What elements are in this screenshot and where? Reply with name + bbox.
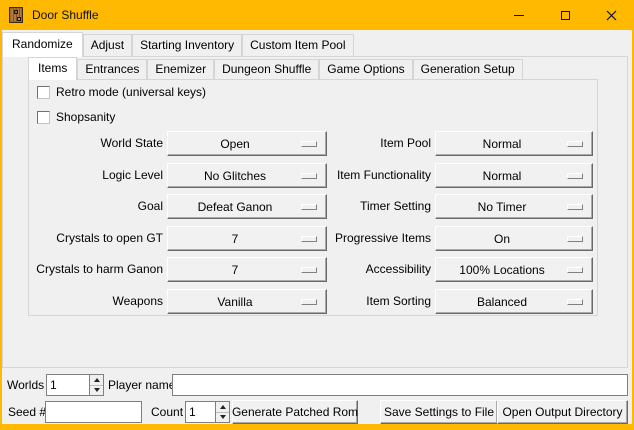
arrow-up-icon bbox=[94, 378, 100, 382]
dropdown-indicator-icon bbox=[567, 204, 583, 210]
tab-generation-setup[interactable]: Generation Setup bbox=[413, 59, 523, 79]
seed-input[interactable] bbox=[45, 401, 142, 423]
accessibility-dropdown[interactable]: 100% Locations bbox=[435, 257, 593, 282]
spin-down-button[interactable] bbox=[216, 412, 229, 423]
maximize-icon bbox=[561, 11, 570, 20]
tab-dungeon-shuffle[interactable]: Dungeon Shuffle bbox=[214, 59, 319, 79]
retro-mode-label: Retro mode (universal keys) bbox=[56, 86, 206, 99]
open-output-directory-button[interactable]: Open Output Directory bbox=[497, 400, 628, 424]
spin-up-button[interactable] bbox=[216, 402, 229, 412]
maximize-button[interactable] bbox=[542, 0, 588, 30]
spin-up-button[interactable] bbox=[90, 375, 103, 385]
spin-down-button[interactable] bbox=[90, 385, 103, 396]
count-input[interactable] bbox=[186, 402, 215, 422]
titlebar[interactable]: Door Shuffle bbox=[0, 0, 634, 30]
crystals-open-gt-label: Crystals to open GT bbox=[2, 226, 163, 251]
accessibility-label: Accessibility bbox=[242, 257, 431, 282]
generate-patched-rom-button[interactable]: Generate Patched Rom bbox=[232, 400, 358, 424]
dropdown-indicator-icon bbox=[567, 267, 583, 273]
spinner-arrows bbox=[215, 402, 229, 422]
minimize-icon bbox=[514, 15, 524, 16]
sub-tab-bar: Items Entrances Enemizer Dungeon Shuffle… bbox=[28, 57, 523, 80]
count-label: Count bbox=[151, 401, 183, 423]
shopsanity-label: Shopsanity bbox=[56, 111, 115, 124]
tab-randomize[interactable]: Randomize bbox=[2, 32, 83, 57]
dropdown-value: 100% Locations bbox=[459, 263, 568, 277]
spinner-arrows bbox=[89, 375, 103, 395]
tab-items[interactable]: Items bbox=[28, 57, 77, 80]
minimize-button[interactable] bbox=[496, 0, 542, 30]
count-spinner[interactable] bbox=[185, 401, 230, 423]
arrow-down-icon bbox=[94, 388, 100, 392]
seed-label: Seed # bbox=[8, 401, 46, 423]
shopsanity-checkbox[interactable]: Shopsanity bbox=[37, 110, 115, 124]
door-shuffle-window: Door Shuffle Randomize Adjust Starting I… bbox=[0, 0, 634, 430]
arrow-down-icon bbox=[220, 415, 226, 419]
timer-setting-label: Timer Setting bbox=[242, 194, 431, 219]
item-pool-label: Item Pool bbox=[242, 131, 431, 156]
dropdown-value: On bbox=[494, 232, 534, 246]
item-functionality-dropdown[interactable]: Normal bbox=[435, 163, 593, 188]
progressive-items-label: Progressive Items bbox=[242, 226, 431, 251]
window-title: Door Shuffle bbox=[32, 0, 99, 30]
goal-label: Goal bbox=[2, 194, 163, 219]
tab-custom-item-pool[interactable]: Custom Item Pool bbox=[242, 34, 353, 56]
worlds-input[interactable] bbox=[47, 375, 89, 395]
dropdown-indicator-icon bbox=[567, 236, 583, 242]
dropdown-value: Balanced bbox=[477, 295, 551, 309]
checkbox-icon[interactable] bbox=[37, 86, 50, 99]
logic-level-label: Logic Level bbox=[2, 163, 163, 188]
dropdown-value: Normal bbox=[483, 137, 546, 151]
close-icon bbox=[606, 10, 617, 21]
dropdown-indicator-icon bbox=[567, 299, 583, 305]
dropdown-indicator-icon bbox=[567, 141, 583, 147]
item-sorting-dropdown[interactable]: Balanced bbox=[435, 289, 593, 314]
item-pool-dropdown[interactable]: Normal bbox=[435, 131, 593, 156]
dropdown-value: Normal bbox=[483, 169, 546, 183]
save-settings-button[interactable]: Save Settings to File bbox=[380, 400, 498, 424]
close-button[interactable] bbox=[588, 0, 634, 30]
timer-setting-dropdown[interactable]: No Timer bbox=[435, 194, 593, 219]
dropdown-value: No Timer bbox=[478, 200, 551, 214]
tab-game-options[interactable]: Game Options bbox=[319, 59, 412, 79]
tab-starting-inventory[interactable]: Starting Inventory bbox=[132, 34, 242, 56]
weapons-label: Weapons bbox=[2, 289, 163, 314]
tab-entrances[interactable]: Entrances bbox=[77, 59, 147, 79]
item-sorting-label: Item Sorting bbox=[242, 289, 431, 314]
dropdown-indicator-icon bbox=[567, 173, 583, 179]
main-tab-bar: Randomize Adjust Starting Inventory Cust… bbox=[2, 32, 354, 57]
progressive-items-dropdown[interactable]: On bbox=[435, 226, 593, 251]
player-names-input[interactable] bbox=[172, 374, 628, 396]
arrow-up-icon bbox=[220, 405, 226, 409]
item-functionality-label: Item Functionality bbox=[242, 163, 431, 188]
world-state-label: World State bbox=[2, 131, 163, 156]
window-content: Randomize Adjust Starting Inventory Cust… bbox=[2, 30, 632, 424]
crystals-harm-ganon-label: Crystals to harm Ganon bbox=[2, 257, 163, 282]
checkbox-icon[interactable] bbox=[37, 111, 50, 124]
worlds-spinner[interactable] bbox=[46, 374, 104, 396]
door-app-icon bbox=[8, 7, 24, 23]
player-names-label: Player names bbox=[108, 374, 181, 396]
tab-enemizer[interactable]: Enemizer bbox=[147, 59, 214, 79]
tab-adjust[interactable]: Adjust bbox=[83, 34, 132, 56]
retro-mode-checkbox[interactable]: Retro mode (universal keys) bbox=[37, 85, 206, 99]
worlds-label: Worlds bbox=[7, 374, 44, 396]
